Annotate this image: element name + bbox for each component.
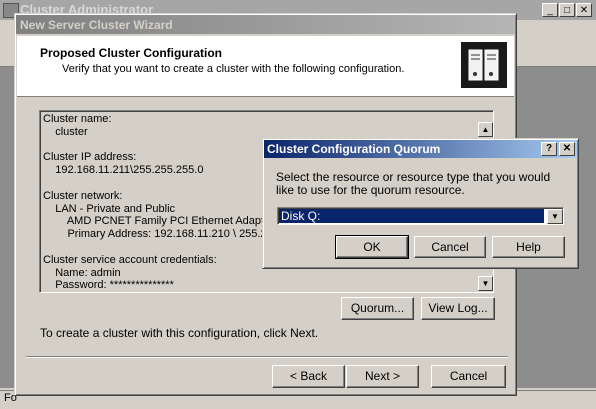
wizard-instruction: To create a cluster with this configurat… [40,326,319,340]
dialog-close-icon[interactable]: ✕ [559,142,575,156]
quorum-button[interactable]: Quorum... [341,297,414,320]
server-cluster-icon [461,42,507,88]
minimize-button[interactable]: _ [542,3,558,17]
maximize-button[interactable]: □ [559,3,575,17]
summary-line: 192.168.11.211\255.255.255.0 [43,164,204,177]
ok-button[interactable]: OK [335,235,409,259]
scroll-up-button[interactable]: ▲ [478,122,493,137]
summary-line: Cluster network: [43,189,123,202]
wizard-subheading: Verify that you want to create a cluster… [62,63,405,75]
wizard-title: New Server Cluster Wizard [20,18,173,32]
scroll-down-button[interactable]: ▼ [478,276,493,291]
next-button[interactable]: Next > [346,365,419,388]
back-button[interactable]: < Back [272,365,345,388]
quorum-dialog-title: Cluster Configuration Quorum [267,142,441,156]
summary-line: cluster [43,125,88,138]
quorum-resource-selected[interactable]: Disk Q: [279,209,544,223]
summary-line: AMD PCNET Family PCI Ethernet Adapter [43,215,274,228]
wizard-heading: Proposed Cluster Configuration [40,46,223,60]
quorum-cancel-button[interactable]: Cancel [414,236,486,258]
close-button[interactable]: ✕ [576,3,592,17]
wizard-cancel-button[interactable]: Cancel [431,365,506,388]
summary-line: Cluster IP address: [43,151,137,164]
summary-line: LAN - Private and Public [43,202,176,215]
divider [26,356,508,358]
help-button[interactable]: Help [492,236,565,258]
summary-line: Cluster name: [43,113,112,125]
chevron-down-icon[interactable]: ▼ [547,209,563,224]
summary-line: Password: *************** [43,279,174,292]
quorum-prompt: Select the resource or resource type tha… [276,170,551,197]
help-question-icon[interactable]: ? [541,142,557,156]
summary-line: Cluster service account credentials: [43,253,217,266]
view-log-button[interactable]: View Log... [421,297,495,320]
summary-line: Name: admin [43,266,121,279]
